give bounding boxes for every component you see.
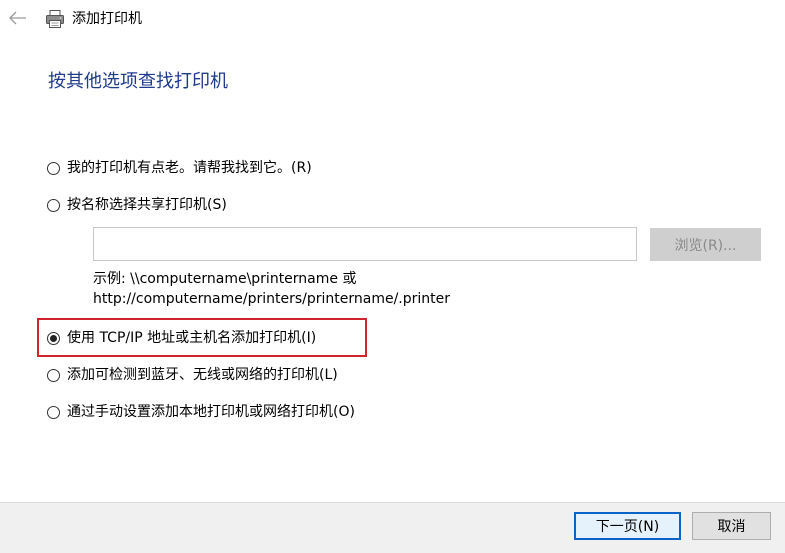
window-title: 添加打印机	[72, 11, 142, 27]
option-bluetooth-wireless[interactable]: 添加可检测到蓝牙、无线或网络的打印机(L)	[47, 364, 338, 386]
page-heading: 按其他选项查找打印机	[48, 71, 228, 92]
arrow-left-icon	[9, 11, 26, 25]
option-shared-printer-label: 按名称选择共享打印机(S)	[67, 197, 227, 213]
browse-button: 浏览(R)...	[650, 228, 761, 261]
radio-tcpip[interactable]	[47, 331, 60, 345]
radio-bluetooth-wireless[interactable]	[47, 368, 60, 382]
radio-manual-local[interactable]	[47, 405, 60, 419]
radio-shared-printer[interactable]	[47, 198, 60, 212]
option-bluetooth-wireless-label: 添加可检测到蓝牙、无线或网络的打印机(L)	[67, 367, 338, 383]
option-old-printer-label: 我的打印机有点老。请帮我找到它。(R)	[67, 160, 312, 176]
example-line-1: 示例: \\computername\printername 或	[93, 271, 357, 287]
option-tcpip-label: 使用 TCP/IP 地址或主机名添加打印机(I)	[67, 330, 317, 346]
option-manual-local-label: 通过手动设置添加本地打印机或网络打印机(O)	[67, 404, 355, 420]
printer-icon	[46, 10, 64, 28]
shared-printer-input[interactable]	[93, 227, 637, 261]
back-button[interactable]	[4, 6, 32, 30]
radio-old-printer[interactable]	[47, 161, 60, 175]
option-tcpip[interactable]: 使用 TCP/IP 地址或主机名添加打印机(I)	[47, 327, 316, 349]
next-button[interactable]: 下一页(N)	[574, 512, 681, 540]
option-shared-printer[interactable]: 按名称选择共享打印机(S)	[47, 194, 227, 216]
example-line-2: http://computername/printers/printername…	[93, 291, 451, 307]
option-manual-local[interactable]: 通过手动设置添加本地打印机或网络打印机(O)	[47, 401, 355, 423]
cancel-button[interactable]: 取消	[692, 512, 771, 540]
option-old-printer[interactable]: 我的打印机有点老。请帮我找到它。(R)	[47, 157, 312, 179]
